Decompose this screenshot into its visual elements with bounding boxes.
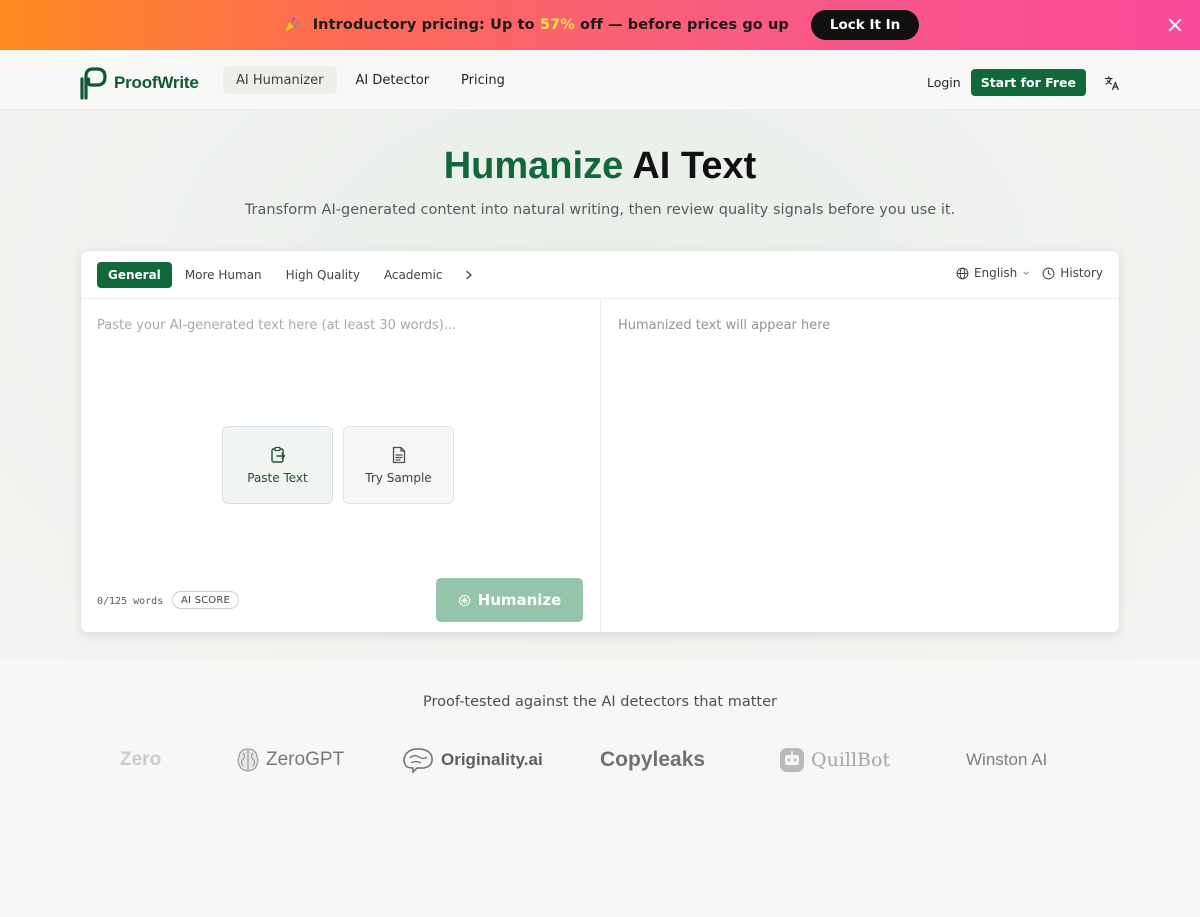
close-icon[interactable] (1165, 15, 1185, 35)
tab-more-human[interactable]: More Human (174, 262, 273, 288)
logo-zero: Zero (120, 740, 161, 780)
zerogpt-brain-icon (237, 748, 259, 772)
editor-toolbar: General More Human High Quality Academic… (81, 251, 1119, 299)
promo-text-after: off — before prices go up (574, 17, 789, 33)
quillbot-icon (780, 748, 804, 772)
tab-academic[interactable]: Academic (373, 262, 454, 288)
logo-originality-text: Originality.ai (441, 750, 543, 769)
humanize-button[interactable]: Humanize (436, 578, 583, 622)
logo-winston: Winston AI (966, 740, 1047, 780)
proofwrite-logo-icon (80, 67, 107, 100)
paste-text-label: Paste Text (247, 470, 308, 485)
language-select[interactable]: English (956, 266, 1030, 280)
language-label: English (973, 266, 1018, 280)
logo-originality: Originality.ai (401, 740, 543, 780)
chevron-right-icon[interactable] (456, 262, 482, 288)
top-nav: ProofWrite AI Humanizer AI Detector Pric… (0, 50, 1200, 110)
tab-high-quality[interactable]: High Quality (275, 262, 371, 288)
try-sample-label: Try Sample (365, 470, 432, 485)
history-button[interactable]: History (1042, 266, 1103, 280)
humanizer-editor: General More Human High Quality Academic… (80, 250, 1120, 633)
logo-quillbot: QuillBot (779, 740, 890, 780)
party-popper-icon (282, 17, 299, 34)
nav-link-ai-detector[interactable]: AI Detector (343, 66, 443, 94)
promo-text: Introductory pricing: Up to 57% off — be… (313, 17, 789, 33)
clipboard-icon (270, 446, 285, 463)
translate-icon[interactable] (1104, 75, 1120, 91)
globe-icon (956, 267, 969, 279)
tab-general[interactable]: General (97, 262, 172, 288)
promo-discount: 57% (539, 17, 575, 33)
proof-heading: Proof-tested against the AI detectors th… (423, 694, 777, 710)
detector-logos: Zero ZeroGPT Originality.ai Copyleaks Qu… (0, 740, 1200, 780)
logo-zerogpt: ZeroGPT (236, 740, 344, 780)
chevron-down-icon (1023, 271, 1030, 276)
mode-tabs: General More Human High Quality Academic (97, 262, 482, 288)
nav-links: AI Humanizer AI Detector Pricing (223, 66, 518, 94)
input-pane[interactable]: Paste your AI-generated text here (at le… (81, 300, 600, 633)
clock-icon (1042, 267, 1055, 279)
title-rest: AI Text (623, 145, 757, 187)
sparkle-icon (458, 594, 470, 606)
nav-actions: Login Start for Free (927, 69, 1120, 96)
try-sample-button[interactable]: Try Sample (343, 426, 454, 504)
login-link[interactable]: Login (927, 75, 961, 90)
page-subtitle: Transform AI-generated content into natu… (244, 202, 956, 218)
originality-brain-icon (403, 748, 433, 774)
page-title: Humanize AI Text (0, 145, 1200, 188)
output-pane: Humanized text will appear here (600, 300, 1120, 633)
start-for-free-button[interactable]: Start for Free (970, 69, 1086, 96)
logo-quillbot-text: QuillBot (811, 749, 891, 771)
nav-link-pricing[interactable]: Pricing (448, 66, 518, 94)
lock-it-in-button[interactable]: Lock It In (810, 10, 920, 40)
humanize-label: Humanize (477, 591, 562, 609)
nav-link-ai-humanizer[interactable]: AI Humanizer (223, 66, 337, 94)
document-icon (392, 446, 405, 463)
word-counter: 0/125 words (97, 596, 164, 607)
logo-winston-text: Winston AI (966, 750, 1048, 769)
logo-zerogpt-text: ZeroGPT (266, 749, 345, 770)
ai-score-badge[interactable]: AI SCORE (172, 591, 240, 609)
output-placeholder: Humanized text will appear here (618, 318, 831, 333)
editor-toolbar-right: English History (956, 266, 1103, 280)
title-highlight: Humanize (443, 145, 624, 187)
logo-copyleaks-text: Copyleaks (600, 748, 706, 771)
input-placeholder: Paste your AI-generated text here (at le… (97, 318, 457, 333)
promo-banner: Introductory pricing: Up to 57% off — be… (0, 0, 1200, 50)
promo-text-before: Introductory pricing: Up to (312, 17, 540, 33)
paste-text-button[interactable]: Paste Text (222, 426, 333, 504)
promo-content: Introductory pricing: Up to 57% off — be… (281, 10, 920, 40)
brand-logo[interactable]: ProofWrite (80, 66, 199, 100)
logo-copyleaks: Copyleaks (600, 740, 705, 780)
logo-zero-text: Zero (120, 749, 162, 770)
history-label: History (1060, 266, 1103, 280)
brand-name: ProofWrite (114, 73, 199, 92)
